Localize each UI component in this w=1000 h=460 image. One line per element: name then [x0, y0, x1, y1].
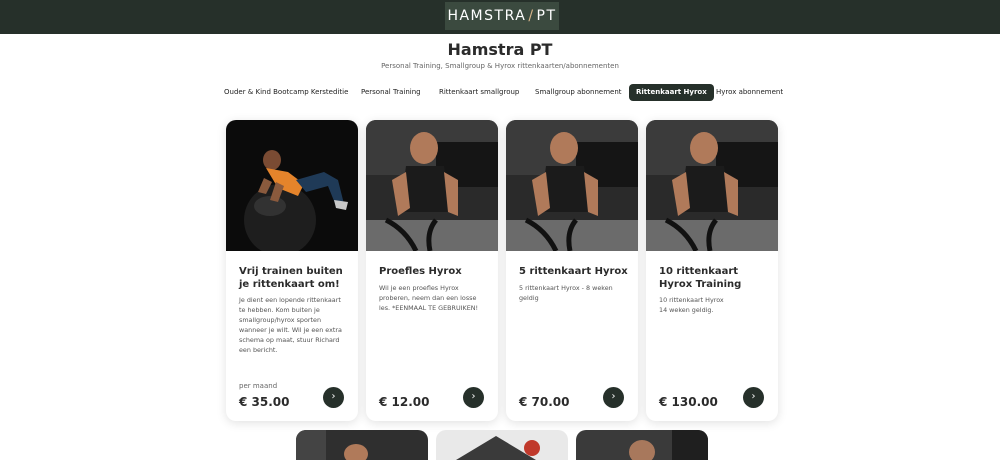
card-title: Proefles Hyrox	[379, 266, 462, 277]
product-card[interactable]: Proefles Hyrox Wil je een proefles Hyrox…	[366, 120, 498, 421]
tab-personal-training[interactable]: Personal Training	[361, 84, 421, 101]
chevron-right-icon[interactable]: ›	[603, 387, 624, 408]
product-card-image-partial[interactable]	[296, 430, 428, 460]
tab-smallgroup-abonnement[interactable]: Smallgroup abonnement	[535, 84, 622, 101]
product-image	[506, 120, 638, 251]
card-price: € 35.00	[239, 395, 290, 409]
logo-text-right: PT	[536, 8, 557, 24]
page-title: Hamstra PT	[447, 40, 553, 59]
card-description: Je dient een lopende rittenkaart te hebb…	[239, 296, 342, 354]
top-bar: HAMSTRA / PT	[0, 0, 1000, 34]
brand-logo[interactable]: HAMSTRA / PT	[445, 2, 559, 30]
product-card[interactable]: Vrij trainen buiten je rittenkaart om! J…	[226, 120, 358, 421]
card-description: 5 rittenkaart Hyrox - 8 weken geldig	[519, 284, 613, 302]
tab-rittenkaart-smallgroup[interactable]: Rittenkaart smallgroup	[439, 84, 519, 101]
logo-slash: /	[528, 8, 535, 24]
card-price: € 12.00	[379, 395, 430, 409]
card-description-line: 14 weken geldig.	[659, 306, 714, 314]
price-period: per maand	[239, 382, 278, 390]
product-card-image-partial[interactable]	[576, 430, 708, 460]
card-description-line: 10 rittenkaart Hyrox	[659, 296, 724, 304]
card-title: 5 rittenkaart Hyrox	[519, 266, 628, 277]
product-image	[366, 120, 498, 251]
logo-text-left: HAMSTRA	[447, 8, 527, 24]
product-card[interactable]: 10 rittenkaart Hyrox Training 10 rittenk…	[646, 120, 778, 421]
product-image	[646, 120, 778, 251]
tab-rittenkaart-hyrox[interactable]: Rittenkaart Hyrox	[629, 84, 714, 101]
chevron-right-icon[interactable]: ›	[463, 387, 484, 408]
chevron-right-icon[interactable]: ›	[323, 387, 344, 408]
tab-hyrox-abonnement[interactable]: Hyrox abonnement	[716, 84, 783, 101]
chevron-right-icon[interactable]: ›	[743, 387, 764, 408]
category-tabs: Ouder & Kind Bootcamp Kersteditie Person…	[0, 84, 1000, 102]
card-title: Vrij trainen buiten je rittenkaart om!	[239, 266, 343, 290]
card-title: 10 rittenkaart Hyrox Training	[659, 266, 742, 290]
product-card[interactable]: 5 rittenkaart Hyrox 5 rittenkaart Hyrox …	[506, 120, 638, 421]
card-price: € 70.00	[519, 395, 570, 409]
product-image	[226, 120, 358, 251]
tab-ouder-kind-bootcamp[interactable]: Ouder & Kind Bootcamp Kersteditie	[224, 84, 348, 101]
product-card-image-partial[interactable]	[436, 430, 568, 460]
page-subtitle: Personal Training, Smallgroup & Hyrox ri…	[381, 62, 619, 70]
card-description: Wil je een proefles Hyrox proberen, neem…	[379, 284, 479, 312]
card-price: € 130.00	[659, 395, 718, 409]
